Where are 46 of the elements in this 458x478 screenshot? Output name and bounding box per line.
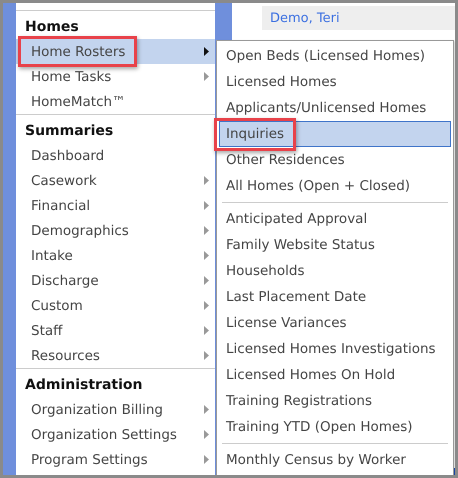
menu-item[interactable]: Organization Billing bbox=[16, 397, 215, 422]
submenu-item[interactable]: Licensed Homes bbox=[219, 69, 451, 95]
submenu-item[interactable]: Training Registrations bbox=[219, 388, 451, 414]
submenu-arrow-icon bbox=[204, 251, 209, 260]
menu-item[interactable]: Home Rosters bbox=[16, 39, 215, 64]
submenu-item[interactable]: Other Residences bbox=[219, 147, 451, 173]
submenu-arrow-icon bbox=[204, 201, 209, 210]
submenu-arrow-icon bbox=[204, 301, 209, 310]
submenu-item[interactable]: Monthly Census by Worker bbox=[219, 447, 451, 473]
submenu-item[interactable]: Last Placement Date bbox=[219, 284, 451, 310]
submenu-item[interactable]: Applicants/Unlicensed Homes bbox=[219, 95, 451, 121]
menu-item[interactable]: Casework bbox=[16, 168, 215, 193]
submenu-arrow-icon bbox=[204, 226, 209, 235]
section-heading: Summaries bbox=[24, 122, 114, 140]
submenu-arrow-icon bbox=[204, 326, 209, 335]
submenu-arrow-icon bbox=[204, 351, 209, 360]
submenu-arrow-icon bbox=[204, 276, 209, 285]
menu-item[interactable]: HomeMatch™ bbox=[16, 89, 215, 114]
submenu-item[interactable]: All Homes (Open + Closed) bbox=[219, 173, 451, 199]
submenu-arrow-icon bbox=[204, 176, 209, 185]
menu-item[interactable]: Demographics bbox=[16, 218, 215, 243]
submenu-arrow-icon bbox=[204, 72, 209, 81]
section-heading: Homes bbox=[24, 18, 80, 36]
submenu-item[interactable]: Licensed Homes On Hold bbox=[219, 362, 451, 388]
menu-item[interactable]: Staff bbox=[16, 318, 215, 343]
menu-item[interactable]: Financial bbox=[16, 193, 215, 218]
submenu-item[interactable]: Households bbox=[219, 258, 451, 284]
menu-item[interactable]: Organization Settings bbox=[16, 422, 215, 447]
submenu-arrow-icon bbox=[204, 455, 209, 464]
submenu-item[interactable]: Open Beds (Licensed Homes) bbox=[219, 43, 451, 69]
submenu-item[interactable]: License Variances bbox=[219, 310, 451, 336]
submenu-item[interactable]: Training YTD (Open Homes) bbox=[219, 414, 451, 440]
section-heading: Administration bbox=[24, 376, 144, 394]
submenu-item[interactable]: Family Website Status bbox=[219, 232, 451, 258]
submenu-arrow-icon bbox=[204, 47, 209, 56]
menu-item[interactable]: Discharge bbox=[16, 268, 215, 293]
menu-item[interactable]: Dashboard bbox=[16, 143, 215, 168]
submenu-item[interactable]: Licensed Homes Investigations bbox=[219, 336, 451, 362]
menu-item[interactable]: Program Settings bbox=[16, 447, 215, 472]
menu-item[interactable]: Resources bbox=[16, 343, 215, 368]
menu-item[interactable]: Custom bbox=[16, 293, 215, 318]
submenu-item[interactable]: Anticipated Approval bbox=[219, 206, 451, 232]
submenu-arrow-icon bbox=[204, 405, 209, 414]
menu-item[interactable]: Home Tasks bbox=[16, 64, 215, 89]
menu-item[interactable]: Intake bbox=[16, 243, 215, 268]
submenu-arrow-icon bbox=[204, 430, 209, 439]
